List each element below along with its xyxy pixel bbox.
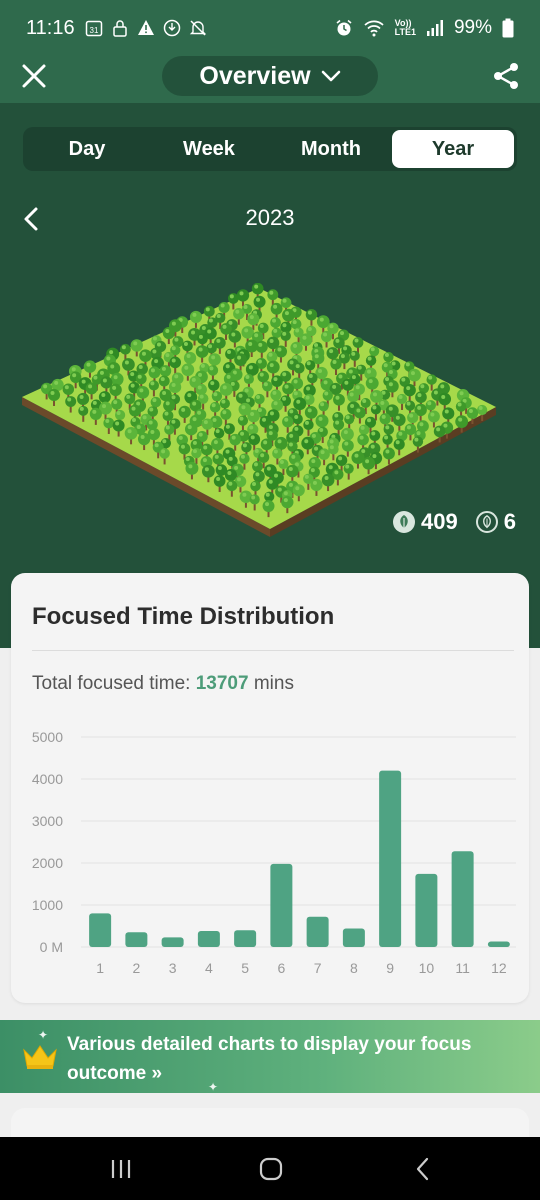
y-tick-label: 0 M <box>40 939 63 955</box>
bar-month-1 <box>89 913 112 947</box>
bar-month-4 <box>197 931 220 947</box>
y-tick-label: 5000 <box>32 729 63 745</box>
withered-tree-count: 6 <box>475 509 516 535</box>
banner-text: Various detailed charts to display your … <box>67 1034 472 1084</box>
back-button[interactable] <box>408 1155 438 1183</box>
share-icon <box>494 63 518 89</box>
x-tick-label: 8 <box>350 960 358 976</box>
y-tick-label: 3000 <box>32 813 63 829</box>
recent-apps-button[interactable] <box>106 1155 136 1183</box>
signal-icon <box>426 19 444 37</box>
alarm-icon <box>335 19 353 37</box>
period-tabs: Day Week Month Year <box>23 127 517 171</box>
x-tick-label: 3 <box>169 960 177 976</box>
tree-counts: 409 6 <box>393 509 516 535</box>
focus-distribution-chart: 0 M100020003000400050001 2 3 4 5 6 7 8 9 10 11 12 <box>32 729 516 976</box>
focused-time-card: Focused Time Distribution Total focused … <box>11 573 529 1003</box>
total-value: 13707 <box>195 673 249 694</box>
back-icon <box>416 1157 429 1181</box>
share-button[interactable] <box>490 60 522 92</box>
bar-month-5 <box>234 930 257 947</box>
x-tick-label: 5 <box>241 960 249 976</box>
total-focused-time: Total focused time: 13707 mins <box>32 673 294 695</box>
network-label: Vo)) LTE1 <box>395 19 416 37</box>
chevron-down-icon <box>321 70 340 82</box>
withered-leaf-icon <box>475 511 498 533</box>
bar-month-8 <box>342 928 365 947</box>
tab-year[interactable]: Year <box>392 130 514 168</box>
home-button[interactable] <box>256 1155 286 1183</box>
warning-icon <box>137 19 155 37</box>
tab-day[interactable]: Day <box>26 130 148 168</box>
bar-month-10 <box>415 873 438 947</box>
calendar-icon: 31 <box>85 19 103 37</box>
bar-month-2 <box>125 932 148 947</box>
tab-month[interactable]: Month <box>270 130 392 168</box>
leaf-icon <box>393 511 416 533</box>
withered-count-value: 6 <box>503 509 516 534</box>
recent-apps-icon <box>111 1160 131 1178</box>
period-navigator: 2023 <box>0 199 540 239</box>
close-button[interactable] <box>18 60 50 92</box>
y-tick-label: 2000 <box>32 855 63 871</box>
x-tick-label: 4 <box>205 960 213 976</box>
y-tick-label: 4000 <box>32 771 63 787</box>
forest-illustration <box>22 283 496 537</box>
home-icon <box>259 1157 283 1181</box>
y-tick-label: 1000 <box>32 897 63 913</box>
sparkle-icon: ✦ <box>38 1028 49 1042</box>
calendar-day: 31 <box>89 26 98 35</box>
status-left-icons: 31 <box>85 19 207 37</box>
x-tick-label: 2 <box>132 960 140 976</box>
crown-icon <box>23 1045 57 1069</box>
total-suffix: mins <box>248 673 294 694</box>
healthy-count-value: 409 <box>421 509 458 534</box>
bar-month-11 <box>451 851 474 947</box>
overview-selector[interactable]: Overview <box>162 56 378 96</box>
battery-percent: 99% <box>453 17 492 38</box>
bar-month-6 <box>270 863 293 947</box>
x-tick-label: 9 <box>386 960 394 976</box>
tab-week[interactable]: Week <box>148 130 270 168</box>
x-tick-label: 10 <box>419 960 435 976</box>
stop-icon <box>163 19 181 37</box>
status-time: 11:16 <box>26 16 75 39</box>
bar-month-9 <box>379 770 402 947</box>
system-nav-bar <box>0 1137 540 1200</box>
card-divider <box>32 650 514 651</box>
status-right: Vo)) LTE1 99% <box>335 17 514 39</box>
x-tick-label: 6 <box>277 960 285 976</box>
lock-icon <box>111 19 129 37</box>
total-prefix: Total focused time: <box>32 673 196 694</box>
x-tick-label: 1 <box>96 960 104 976</box>
healthy-tree-count: 409 <box>393 509 458 535</box>
period-label: 2023 <box>245 205 295 230</box>
x-tick-label: 12 <box>491 960 507 976</box>
bar-month-3 <box>161 937 184 947</box>
x-tick-label: 7 <box>314 960 322 976</box>
status-bar: 11:16 31 Vo)) LTE1 99% <box>0 0 540 56</box>
app-bar: Overview <box>0 56 540 103</box>
card-title: Focused Time Distribution <box>32 603 335 630</box>
premium-banner[interactable]: ✦ ✦ Various detailed charts to display y… <box>0 1020 540 1094</box>
bar-month-7 <box>306 916 329 947</box>
x-tick-label: 11 <box>455 960 470 976</box>
page-title: Overview <box>199 61 311 90</box>
forest-overview: Day Week Month Year 2023 409 6 <box>0 103 540 648</box>
mute-icon <box>189 19 207 37</box>
network-label-bottom: LTE1 <box>394 27 416 37</box>
wifi-icon <box>363 19 385 37</box>
close-icon <box>22 64 46 88</box>
bar-month-12 <box>487 941 510 947</box>
battery-icon <box>502 18 514 38</box>
